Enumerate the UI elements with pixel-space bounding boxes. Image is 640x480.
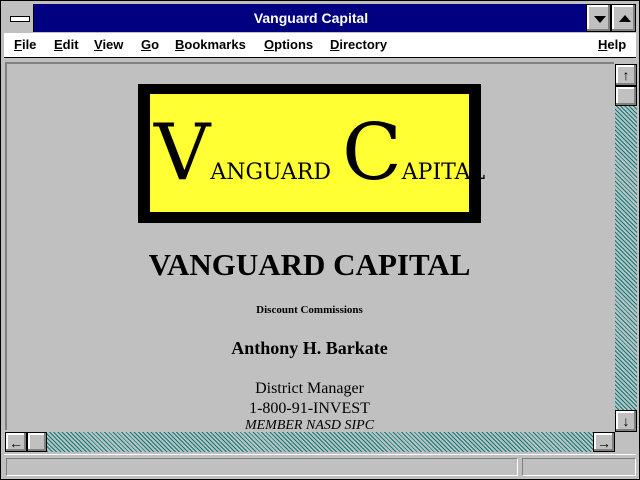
logo-panel: VANGUARD CAPITAL (150, 94, 485, 212)
menu-file[interactable]: File (14, 37, 36, 52)
scroll-left-button[interactable]: ← (5, 432, 27, 452)
horizontal-scrollbar[interactable]: ← → (5, 432, 615, 452)
menu-bar: File Edit View Go Bookmarks Options Dire… (4, 33, 636, 58)
minimize-icon (594, 16, 606, 23)
contact-phone: 1-800-91-INVEST (249, 400, 370, 417)
vertical-scroll-thumb[interactable] (615, 86, 637, 106)
vertical-scrollbar[interactable]: ↑ ↓ (615, 64, 637, 432)
maximize-icon (619, 15, 631, 22)
arrow-down-icon: ↓ (622, 413, 630, 429)
arrow-right-icon: → (597, 435, 611, 451)
menu-edit[interactable]: Edit (54, 37, 79, 52)
scroll-corner (615, 432, 637, 452)
window-title: Vanguard Capital (253, 10, 369, 26)
status-text-field (6, 458, 518, 476)
maximize-button[interactable] (611, 4, 636, 32)
page-content: VANGUARD CAPITAL VANGUARD CAPITAL Discou… (5, 62, 614, 430)
member-link[interactable]: MEMBER NASD SIPC (7, 418, 612, 430)
page-title: VANGUARD CAPITAL (148, 247, 471, 282)
logo-letter-c: C (342, 108, 402, 198)
system-menu-button[interactable] (4, 4, 34, 32)
logo-word-anguard: ANGUARD (210, 160, 332, 185)
arrow-up-icon: ↑ (622, 67, 630, 83)
menu-view[interactable]: View (94, 37, 123, 52)
logo-text: VANGUARD CAPITAL (154, 114, 485, 192)
logo-letter-v: V (154, 108, 211, 198)
vanguard-logo[interactable]: VANGUARD CAPITAL (138, 84, 485, 223)
status-bar (4, 454, 636, 478)
scroll-right-button[interactable]: → (593, 432, 615, 452)
menu-help[interactable]: Help (598, 37, 626, 52)
menu-go[interactable]: Go (141, 37, 159, 52)
title-bar[interactable]: Vanguard Capital (4, 4, 636, 32)
menu-bookmarks[interactable]: Bookmarks (175, 37, 246, 52)
minimize-button[interactable] (586, 4, 611, 32)
contact-name: Anthony H. Barkate (231, 338, 388, 358)
system-menu-icon (10, 16, 30, 22)
browser-window: Vanguard Capital File Edit View Go Bookm… (0, 0, 640, 480)
scroll-down-button[interactable]: ↓ (615, 410, 637, 432)
status-progress-field (522, 458, 636, 476)
menu-options[interactable]: Options (264, 37, 313, 52)
arrow-left-icon: ← (9, 435, 23, 451)
scroll-up-button[interactable]: ↑ (615, 64, 637, 86)
logo-word-apital: APITAL (401, 160, 486, 185)
menu-directory[interactable]: Directory (330, 37, 387, 52)
horizontal-scroll-thumb[interactable] (27, 432, 47, 452)
page-subtitle: Discount Commissions (256, 304, 363, 316)
contact-position: District Manager (255, 380, 364, 397)
